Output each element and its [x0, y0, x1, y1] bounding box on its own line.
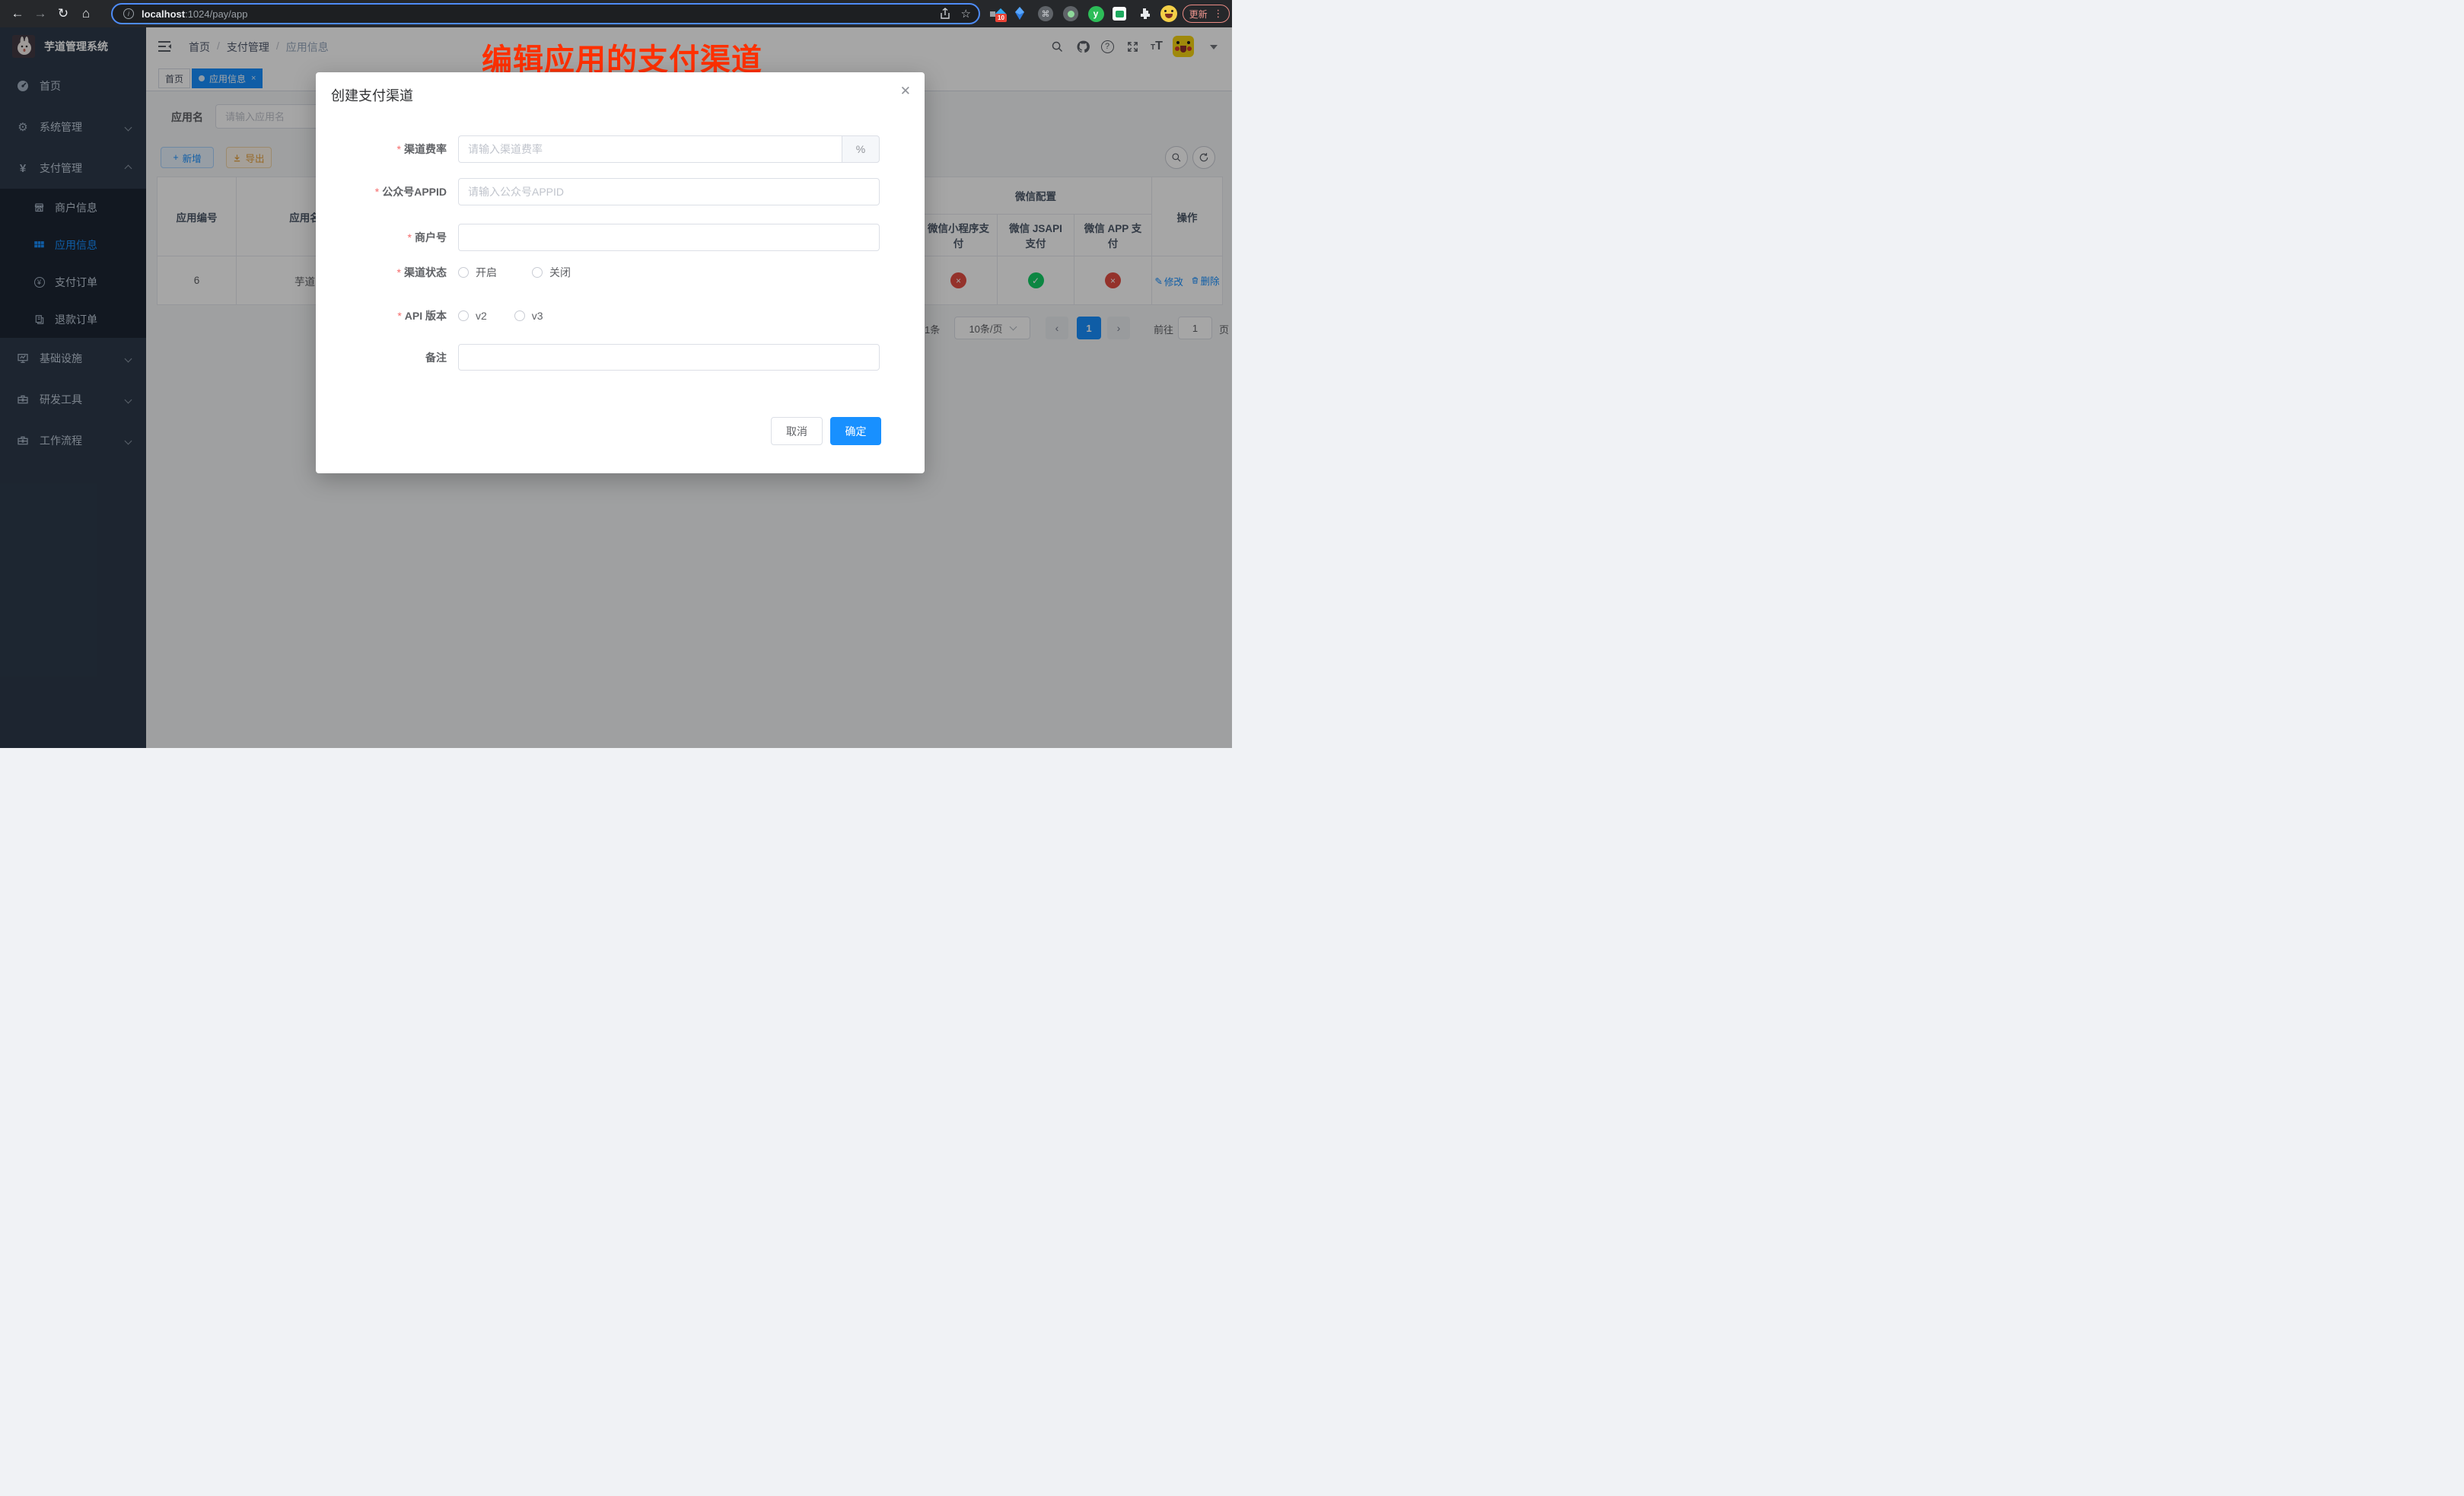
browser-reload-icon[interactable]: ↻: [52, 0, 75, 27]
url-bar[interactable]: i localhost:1024/pay/app ☆: [111, 3, 980, 24]
browser-menu-icon[interactable]: ⋮: [1213, 8, 1223, 20]
browser-forward-icon[interactable]: →: [29, 0, 52, 27]
remark-input[interactable]: [458, 344, 880, 371]
api-v2-label[interactable]: v2: [476, 310, 487, 322]
close-icon[interactable]: ✕: [900, 84, 911, 99]
update-label: 更新: [1189, 8, 1208, 21]
appid-input[interactable]: [458, 178, 880, 205]
appid-label: 公众号APPID: [316, 178, 447, 205]
browser-home-icon[interactable]: ⌂: [75, 0, 97, 27]
status-close-label[interactable]: 关闭: [549, 265, 571, 280]
rate-input-group: %: [458, 135, 880, 163]
share-icon[interactable]: [940, 8, 950, 20]
api-version-radio-group: v2 v3: [458, 302, 543, 329]
extension-y-icon[interactable]: y: [1087, 5, 1105, 23]
site-info-icon[interactable]: i: [123, 8, 134, 19]
url-path: :1024/pay/app: [185, 8, 247, 20]
cancel-button[interactable]: 取消: [771, 417, 823, 445]
extension-recorder-icon[interactable]: [1062, 5, 1080, 23]
percent-suffix: %: [842, 135, 880, 163]
status-label: 渠道状态: [316, 259, 447, 286]
rate-label: 渠道费率: [316, 135, 447, 163]
confirm-button[interactable]: 确定: [830, 417, 881, 445]
extension-command-icon[interactable]: ⌘: [1036, 5, 1055, 23]
api-v2-radio[interactable]: [458, 310, 469, 321]
merchant-input[interactable]: [458, 224, 880, 251]
status-open-label[interactable]: 开启: [476, 265, 497, 280]
api-v3-label[interactable]: v3: [532, 310, 543, 322]
url-host: localhost: [142, 8, 185, 20]
merchant-label: 商户号: [316, 224, 447, 251]
bookmark-star-icon[interactable]: ☆: [961, 7, 971, 21]
extension-badge: 10: [995, 14, 1007, 22]
status-close-radio[interactable]: [532, 267, 543, 278]
rate-input[interactable]: [458, 135, 842, 163]
create-pay-channel-dialog: 创建支付渠道 ✕ 渠道费率 % 公众号APPID 商户号 渠道状态 开启 关闭 …: [316, 72, 925, 473]
remark-label: 备注: [316, 344, 447, 371]
dialog-title: 创建支付渠道: [331, 85, 413, 105]
profile-avatar-icon[interactable]: [1160, 5, 1178, 23]
api-v3-radio[interactable]: [514, 310, 525, 321]
extension-kite-icon[interactable]: [1011, 5, 1029, 23]
browser-chrome: ← → ↻ ⌂ i localhost:1024/pay/app ☆ 10 ⌘ …: [0, 0, 1232, 27]
browser-update-button[interactable]: 更新 ⋮: [1183, 5, 1230, 23]
extension-chat-icon[interactable]: [1110, 5, 1129, 23]
extensions-puzzle-icon[interactable]: [1135, 5, 1154, 23]
status-open-radio[interactable]: [458, 267, 469, 278]
status-radio-group: 开启 关闭: [458, 259, 571, 286]
extension-tab-manager-icon[interactable]: 10: [988, 5, 1006, 23]
browser-back-icon[interactable]: ←: [6, 0, 29, 27]
api-version-label: API 版本: [316, 302, 447, 329]
